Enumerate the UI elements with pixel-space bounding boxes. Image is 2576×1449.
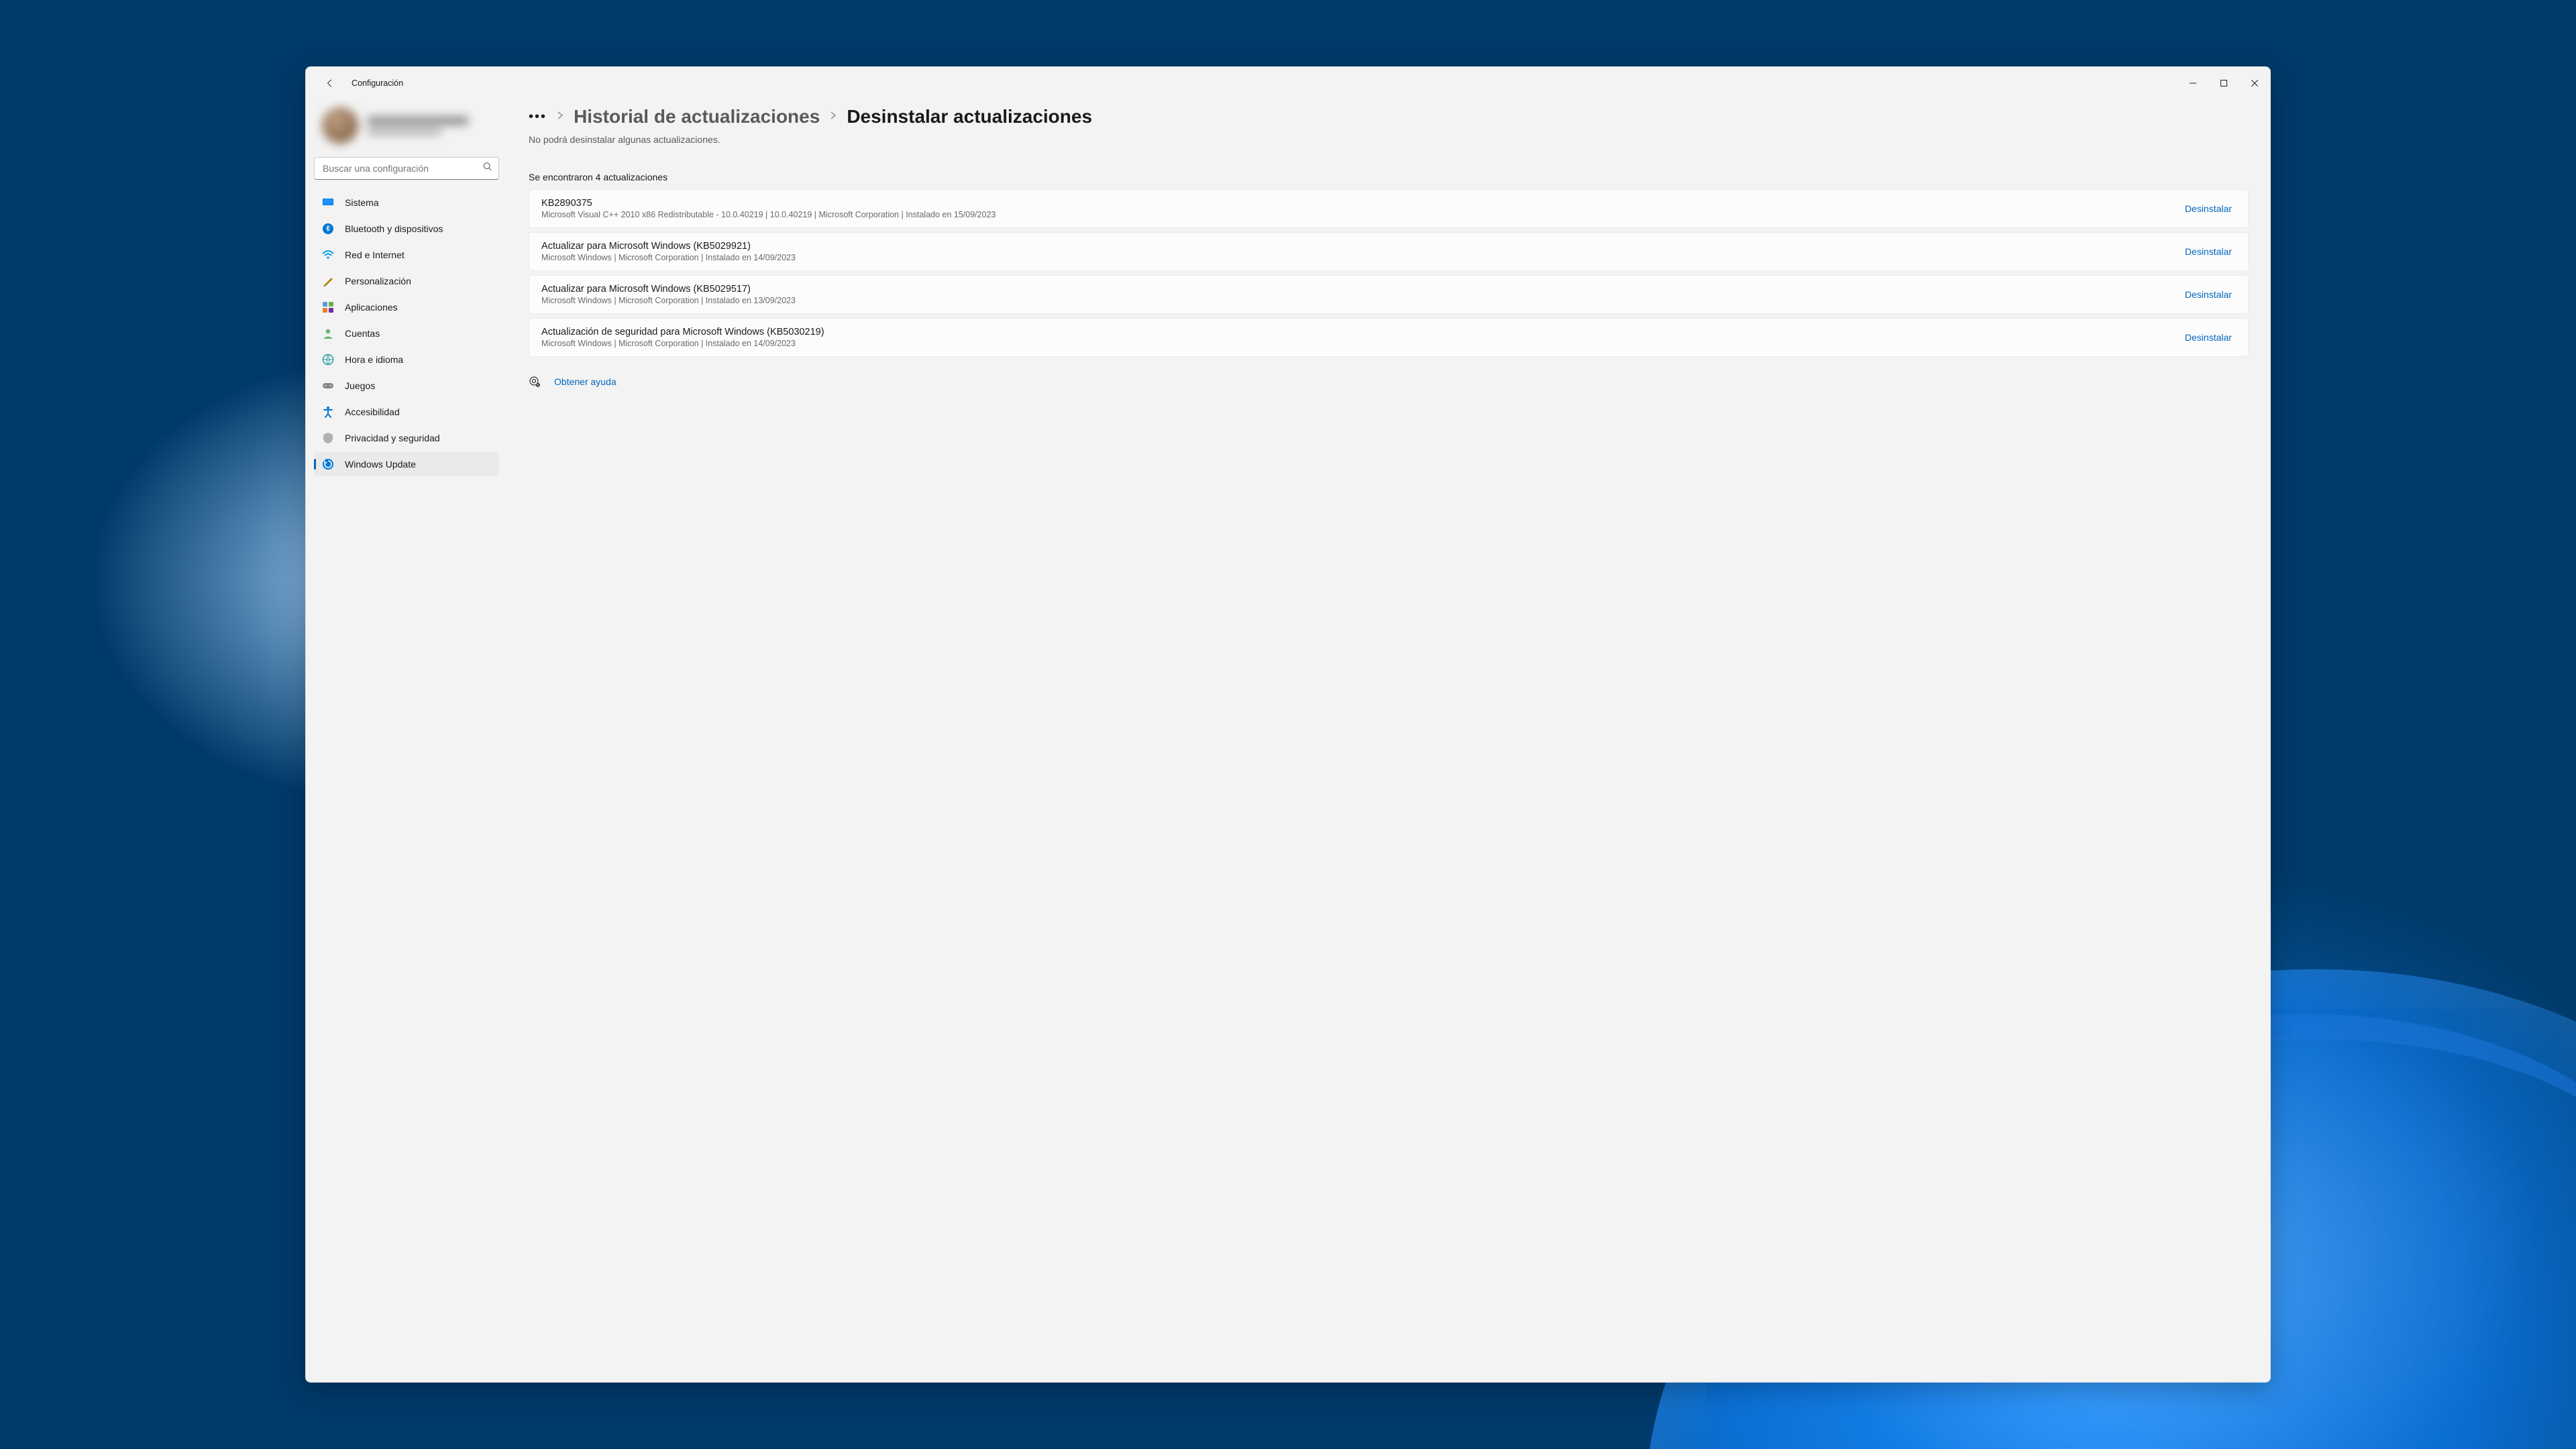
page-title: Desinstalar actualizaciones (847, 106, 1092, 127)
page-description: No podrá desinstalar algunas actualizaci… (529, 134, 2249, 145)
sidebar-item-label: Bluetooth y dispositivos (345, 223, 443, 234)
wifi-icon (322, 249, 334, 261)
sidebar-item-apps[interactable]: Aplicaciones (314, 295, 499, 319)
uninstall-button[interactable]: Desinstalar (2181, 244, 2236, 260)
search-input[interactable] (314, 157, 499, 180)
update-title: KB2890375 (541, 198, 2181, 209)
sidebar-item-label: Windows Update (345, 459, 416, 470)
maximize-icon (2220, 80, 2227, 87)
account-header[interactable] (314, 99, 499, 152)
minimize-button[interactable] (2178, 67, 2208, 99)
window-controls (2178, 67, 2270, 99)
update-row: Actualizar para Microsoft Windows (KB502… (529, 232, 2249, 271)
sidebar-item-personalization[interactable]: Personalización (314, 269, 499, 293)
titlebar: Configuración (306, 67, 2270, 99)
sidebar: Sistema Bluetooth y dispositivos Red e I… (306, 99, 507, 1381)
sidebar-item-windows-update[interactable]: Windows Update (314, 452, 499, 476)
get-help-link[interactable]: Obtener ayuda (554, 376, 616, 387)
sidebar-item-network[interactable]: Red e Internet (314, 243, 499, 267)
sidebar-item-privacy[interactable]: Privacidad y seguridad (314, 426, 499, 450)
sidebar-item-label: Personalización (345, 276, 411, 286)
update-row: Actualizar para Microsoft Windows (KB502… (529, 275, 2249, 314)
account-email (368, 129, 441, 135)
minimize-icon (2190, 80, 2196, 87)
updates-list: KB2890375 Microsoft Visual C++ 2010 x86 … (529, 189, 2249, 357)
sidebar-item-accessibility[interactable]: Accesibilidad (314, 400, 499, 424)
update-meta: Microsoft Windows | Microsoft Corporatio… (541, 339, 2181, 348)
sidebar-item-label: Aplicaciones (345, 302, 398, 313)
updates-count: Se encontraron 4 actualizaciones (529, 172, 2249, 182)
gamepad-icon (322, 380, 334, 392)
update-meta: Microsoft Windows | Microsoft Corporatio… (541, 253, 2181, 262)
sidebar-item-time[interactable]: Hora e idioma (314, 347, 499, 372)
sidebar-item-label: Accesibilidad (345, 407, 400, 417)
update-row: KB2890375 Microsoft Visual C++ 2010 x86 … (529, 189, 2249, 228)
maximize-button[interactable] (2208, 67, 2239, 99)
update-title: Actualizar para Microsoft Windows (KB502… (541, 284, 2181, 294)
sidebar-item-accounts[interactable]: Cuentas (314, 321, 499, 345)
sidebar-item-label: Hora e idioma (345, 354, 403, 365)
sidebar-item-bluetooth[interactable]: Bluetooth y dispositivos (314, 217, 499, 241)
update-title: Actualización de seguridad para Microsof… (541, 327, 2181, 337)
sidebar-item-label: Juegos (345, 380, 375, 391)
sidebar-item-gaming[interactable]: Juegos (314, 374, 499, 398)
sidebar-item-label: Privacidad y seguridad (345, 433, 440, 443)
uninstall-button[interactable]: Desinstalar (2181, 201, 2236, 217)
breadcrumb: ••• Historial de actualizaciones Desinst… (529, 106, 2249, 127)
arrow-left-icon (325, 78, 335, 88)
breadcrumb-prev[interactable]: Historial de actualizaciones (574, 106, 820, 127)
help-icon (529, 376, 541, 388)
update-row: Actualización de seguridad para Microsof… (529, 318, 2249, 357)
update-title: Actualizar para Microsoft Windows (KB502… (541, 241, 2181, 252)
avatar (322, 107, 358, 144)
main-content: ••• Historial de actualizaciones Desinst… (507, 99, 2270, 1381)
update-meta: Microsoft Windows | Microsoft Corporatio… (541, 296, 2181, 305)
back-button[interactable] (319, 72, 341, 94)
chevron-right-icon (829, 111, 837, 123)
close-icon (2251, 80, 2258, 87)
globe-clock-icon (322, 354, 334, 366)
person-icon (322, 327, 334, 339)
bluetooth-icon (322, 223, 334, 235)
app-title: Configuración (352, 78, 403, 88)
update-meta: Microsoft Visual C++ 2010 x86 Redistribu… (541, 210, 2181, 219)
settings-window: Configuración (305, 66, 2271, 1382)
accessibility-icon (322, 406, 334, 418)
uninstall-button[interactable]: Desinstalar (2181, 329, 2236, 345)
sidebar-item-system[interactable]: Sistema (314, 191, 499, 215)
search-icon[interactable] (483, 162, 492, 175)
account-name (368, 117, 468, 125)
update-icon (322, 458, 334, 470)
uninstall-button[interactable]: Desinstalar (2181, 286, 2236, 303)
apps-icon (322, 301, 334, 313)
breadcrumb-overflow-button[interactable]: ••• (529, 110, 547, 123)
close-button[interactable] (2239, 67, 2270, 99)
sidebar-item-label: Sistema (345, 197, 379, 208)
shield-icon (322, 432, 334, 444)
search-box (314, 157, 499, 180)
paintbrush-icon (322, 275, 334, 287)
sidebar-item-label: Red e Internet (345, 250, 405, 260)
help-row: Obtener ayuda (529, 376, 2249, 388)
display-icon (322, 197, 334, 209)
chevron-right-icon (556, 111, 564, 123)
sidebar-nav: Sistema Bluetooth y dispositivos Red e I… (314, 191, 499, 476)
sidebar-item-label: Cuentas (345, 328, 380, 339)
